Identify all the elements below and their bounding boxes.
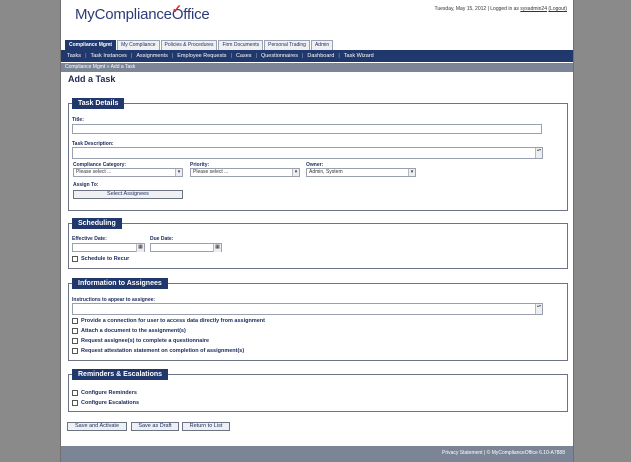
schedule-recur-label: Schedule to Recur xyxy=(81,256,130,262)
owner-select[interactable]: Admin, System ▾ xyxy=(306,168,416,177)
nav-tasks[interactable]: Tasks xyxy=(67,53,81,59)
provide-connection-label: Provide a connection for user to access … xyxy=(81,318,266,324)
breadcrumb: Compliance Mgmt » Add a Task xyxy=(61,63,573,72)
sub-nav: Tasks | Task Instances | Assignments | Empl… xyxy=(61,50,573,62)
compliance-category-select[interactable]: Please select ... ▾ xyxy=(73,168,183,177)
tab-policies-procedures[interactable]: Policies & Procedures xyxy=(160,40,218,50)
return-to-list-button[interactable]: Return to List xyxy=(182,422,230,431)
username-link[interactable]: sysadmin24 xyxy=(520,6,547,12)
priority-select[interactable]: Please select ... ▾ xyxy=(190,168,300,177)
request-questionnaire-checkbox[interactable] xyxy=(72,338,78,344)
select-assignees-button[interactable]: Select Assignees xyxy=(73,190,183,199)
scheduling-title: Scheduling xyxy=(72,218,122,229)
page-title: Add a Task xyxy=(68,74,116,84)
title-label: Title: xyxy=(72,117,84,123)
footer-text[interactable]: Privacy Statement | © MyComplianceOffice… xyxy=(442,450,565,456)
request-attestation-label: Request attestation statement on complet… xyxy=(81,348,245,354)
due-date-label: Due Date: xyxy=(150,236,174,242)
task-description-input[interactable]: ▴▾ xyxy=(72,147,543,159)
assign-to-label: Assign To: xyxy=(73,182,99,188)
attach-document-label: Attach a document to the assignment(s) xyxy=(81,328,186,334)
title-input[interactable] xyxy=(72,124,542,134)
configure-escalations-label: Configure Escalations xyxy=(81,400,140,406)
instructions-input[interactable]: ▴▾ xyxy=(72,303,543,315)
tab-my-compliance[interactable]: My Compliance xyxy=(117,40,160,50)
nav-task-instances[interactable]: Task Instances xyxy=(91,53,127,59)
nav-dashboard[interactable]: Dashboard xyxy=(307,53,334,59)
main-tabs: Compliance Mgmt My Compliance Policies &… xyxy=(65,40,334,50)
nav-employee-requests[interactable]: Employee Requests xyxy=(177,53,226,59)
calendar-icon[interactable]: ▦ xyxy=(213,244,221,252)
schedule-recur-checkbox[interactable] xyxy=(72,256,78,262)
request-questionnaire-label: Request assignee(s) to complete a questi… xyxy=(81,338,210,344)
save-and-activate-button[interactable]: Save and Activate xyxy=(67,422,127,431)
logo: MyCompliance ✓ Office xyxy=(75,2,210,23)
task-details-title: Task Details xyxy=(72,98,125,109)
nav-cases[interactable]: Cases xyxy=(236,53,252,59)
reminders-title: Reminders & Escalations xyxy=(72,369,169,380)
information-section: Information to Assignees Instructions to… xyxy=(68,278,568,361)
calendar-icon[interactable]: ▦ xyxy=(136,244,144,252)
tab-admin[interactable]: Admin xyxy=(310,40,334,50)
tab-compliance-mgmt[interactable]: Compliance Mgmt xyxy=(65,40,117,50)
footer: Privacy Statement | © MyComplianceOffice… xyxy=(61,446,573,462)
chevron-down-icon: ▾ xyxy=(175,169,182,176)
logo-check-icon: ✓ xyxy=(171,2,182,16)
provide-connection-checkbox[interactable] xyxy=(72,318,78,324)
information-title: Information to Assignees xyxy=(72,278,168,289)
header: MyCompliance ✓ Office Tuesday, May 15, 201… xyxy=(61,0,573,40)
nav-task-wizard[interactable]: Task Wizard xyxy=(344,53,374,59)
nav-questionnaires[interactable]: Questionnaires xyxy=(261,53,298,59)
attach-document-checkbox[interactable] xyxy=(72,328,78,334)
reminders-section: Reminders & Escalations Configure Remind… xyxy=(68,369,568,412)
effective-date-label: Effective Date: xyxy=(72,236,107,242)
nav-assignments[interactable]: Assignments xyxy=(136,53,168,59)
request-attestation-checkbox[interactable] xyxy=(72,348,78,354)
due-date-input[interactable]: ▦ xyxy=(150,243,222,252)
tab-firm-documents[interactable]: Firm Documents xyxy=(218,40,264,50)
scroll-arrows-icon[interactable]: ▴▾ xyxy=(535,148,542,158)
configure-escalations-checkbox[interactable] xyxy=(72,400,78,406)
effective-date-input[interactable]: ▦ xyxy=(72,243,145,252)
scroll-arrows-icon[interactable]: ▴▾ xyxy=(535,304,542,314)
task-details-section: Task Details Title: Task Description: ▴▾… xyxy=(68,98,568,211)
chevron-down-icon: ▾ xyxy=(408,169,415,176)
user-info: Tuesday, May 15, 2012 | Logged in as sys… xyxy=(434,6,567,12)
datetime: Tuesday, May 15, 2012 xyxy=(434,6,487,12)
save-as-draft-button[interactable]: Save as Draft xyxy=(131,422,179,431)
tab-personal-trading[interactable]: Personal Trading xyxy=(264,40,310,50)
configure-reminders-label: Configure Reminders xyxy=(81,390,137,396)
configure-reminders-checkbox[interactable] xyxy=(72,390,78,396)
page: MyCompliance ✓ Office Tuesday, May 15, 201… xyxy=(60,0,574,462)
scheduling-section: Scheduling Effective Date: ▦ Due Date: ▦… xyxy=(68,218,568,269)
logout-link[interactable]: (Logout) xyxy=(548,6,567,12)
chevron-down-icon: ▾ xyxy=(292,169,299,176)
